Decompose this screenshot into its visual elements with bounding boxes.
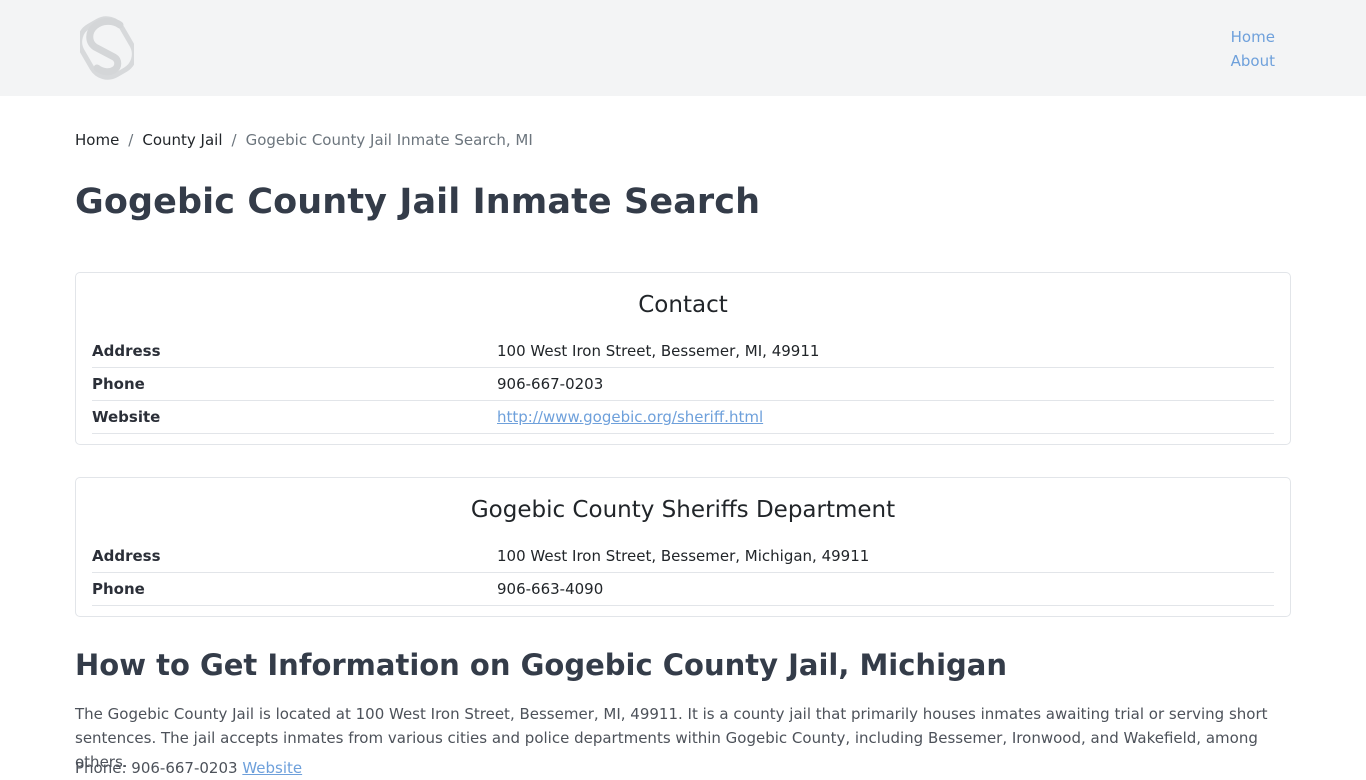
contact-row-phone: Phone 906-667-0203 xyxy=(92,368,1274,401)
site-header: Home About xyxy=(0,0,1366,96)
svelte-logo-icon[interactable] xyxy=(77,16,137,80)
row-value: 100 West Iron Street, Bessemer, Michigan… xyxy=(497,547,870,565)
breadcrumb: Home / County Jail / Gogebic County Jail… xyxy=(75,128,533,152)
sheriff-row-address: Address 100 West Iron Street, Bessemer, … xyxy=(92,540,1274,573)
breadcrumb-current: Gogebic County Jail Inmate Search, MI xyxy=(245,131,533,149)
contact-card-title: Contact xyxy=(638,292,728,318)
sheriff-card: Gogebic County Sheriffs Department Addre… xyxy=(75,477,1291,617)
row-label: Phone xyxy=(92,375,145,393)
row-value: 906-663-4090 xyxy=(497,580,604,598)
nav-home-link[interactable]: Home xyxy=(1231,25,1275,49)
nav-about-link[interactable]: About xyxy=(1231,49,1275,73)
sheriff-row-phone: Phone 906-663-4090 xyxy=(92,573,1274,606)
website-link[interactable]: http://www.gogebic.org/sheriff.html xyxy=(497,408,763,426)
breadcrumb-county-jail[interactable]: County Jail xyxy=(142,131,222,149)
breadcrumb-separator: / xyxy=(231,131,237,149)
row-value: http://www.gogebic.org/sheriff.html xyxy=(497,408,763,426)
row-label: Address xyxy=(92,547,161,565)
breadcrumb-home[interactable]: Home xyxy=(75,131,119,149)
row-value: 100 West Iron Street, Bessemer, MI, 4991… xyxy=(497,342,820,360)
row-label: Address xyxy=(92,342,161,360)
contact-card: Contact Address 100 West Iron Street, Be… xyxy=(75,272,1291,445)
sheriff-card-title: Gogebic County Sheriffs Department xyxy=(470,497,896,523)
top-nav: Home About xyxy=(1231,25,1275,73)
row-label: Website xyxy=(92,408,161,426)
contact-row-address: Address 100 West Iron Street, Bessemer, … xyxy=(92,335,1274,368)
page-title: Gogebic County Jail Inmate Search xyxy=(75,182,761,222)
section-heading: How to Get Information on Gogebic County… xyxy=(75,648,1007,682)
contact-line: Phone: 906-667-0203 Website xyxy=(75,756,1295,780)
website-inline-link[interactable]: Website xyxy=(242,759,302,777)
contact-row-website: Website http://www.gogebic.org/sheriff.h… xyxy=(92,401,1274,434)
row-value: 906-667-0203 xyxy=(497,375,604,393)
breadcrumb-separator: / xyxy=(128,131,134,149)
row-label: Phone xyxy=(92,580,145,598)
phone-line: Phone: 906-667-0203 xyxy=(75,759,238,777)
